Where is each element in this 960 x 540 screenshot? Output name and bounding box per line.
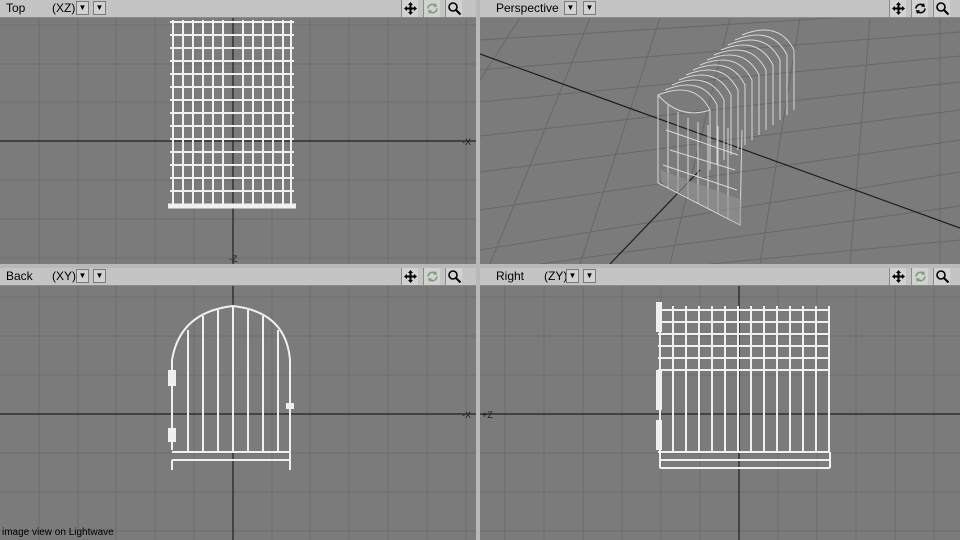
view-menu-button[interactable]: ▼ [583,1,596,15]
zoom-view-icon [448,270,462,284]
chevron-down-icon: ▼ [566,3,575,12]
svg-text:-Z: -Z [229,254,238,264]
image-caption: image view on Lightwave [2,527,114,538]
move-view-button[interactable] [401,268,418,285]
chevron-down-icon: ▼ [585,3,594,12]
rotate-view-icon [915,3,926,14]
perspective-view-canvas[interactable] [480,18,960,264]
zoom-view-button[interactable] [445,268,462,285]
axis-label[interactable]: (XZ) [52,1,75,16]
zoom-view-icon [448,2,462,16]
move-view-button[interactable] [401,0,418,17]
right-view-canvas[interactable]: +Z [480,286,960,540]
back-view-canvas[interactable]: -X [0,286,476,540]
view-menu-button[interactable]: ▼ [93,1,106,15]
rotate-view-button[interactable] [423,268,440,285]
zoom-view-button[interactable] [933,0,950,17]
move-view-icon [892,270,905,283]
chevron-down-icon: ▼ [585,271,594,280]
projection-dropdown-button[interactable]: ▼ [564,1,577,15]
view-menu-button[interactable]: ▼ [93,269,106,283]
right-viewport[interactable]: Right (ZY) ▼ ▼ +Z [480,268,960,540]
top-viewport[interactable]: Top (XZ) ▼ ▼ -X -Z [0,0,476,264]
chevron-down-icon: ▼ [95,3,104,12]
rotate-view-icon [427,3,438,14]
back-viewport-header: Back (XY) ▼ ▼ [0,268,476,286]
axis-label[interactable]: (XY) [52,269,76,284]
rotate-view-button[interactable] [423,0,440,17]
axis-dropdown-button[interactable]: ▼ [76,1,89,15]
viewport-title: Right [496,269,525,283]
rotate-view-button[interactable] [911,0,928,17]
chevron-down-icon: ▼ [78,271,87,280]
rotate-view-button[interactable] [911,268,928,285]
zoom-view-icon [936,270,950,284]
svg-text:-X: -X [462,410,471,420]
chevron-down-icon: ▼ [78,3,87,12]
viewport-title: Top [6,1,26,15]
right-viewport-header: Right (ZY) ▼ ▼ [480,268,960,286]
svg-text:-X: -X [462,137,471,147]
move-view-icon [404,2,417,15]
perspective-viewport-header: Perspective ▼ ▼ [480,0,960,18]
move-view-button[interactable] [889,0,906,17]
chevron-down-icon: ▼ [568,271,577,280]
viewport-title[interactable]: Perspective [496,1,559,16]
viewport-title: Back [6,269,33,283]
move-view-icon [892,2,905,15]
zoom-view-button[interactable] [445,0,462,17]
top-viewport-header: Top (XZ) ▼ ▼ [0,0,476,18]
axis-dropdown-button[interactable]: ▼ [76,269,89,283]
rotate-view-icon [427,271,438,282]
rotate-view-icon [915,271,926,282]
top-view-canvas[interactable]: -X -Z [0,18,476,264]
axis-label[interactable]: (ZY) [544,269,567,284]
axis-dropdown-button[interactable]: ▼ [566,269,579,283]
back-viewport[interactable]: Back (XY) ▼ ▼ -X image view on Lightwave [0,268,476,540]
view-menu-button[interactable]: ▼ [583,269,596,283]
chevron-down-icon: ▼ [95,271,104,280]
move-view-button[interactable] [889,268,906,285]
svg-text:+Z: +Z [482,410,493,420]
perspective-viewport[interactable]: Perspective ▼ ▼ [480,0,960,264]
zoom-view-button[interactable] [933,268,950,285]
zoom-view-icon [936,2,950,16]
move-view-icon [404,270,417,283]
